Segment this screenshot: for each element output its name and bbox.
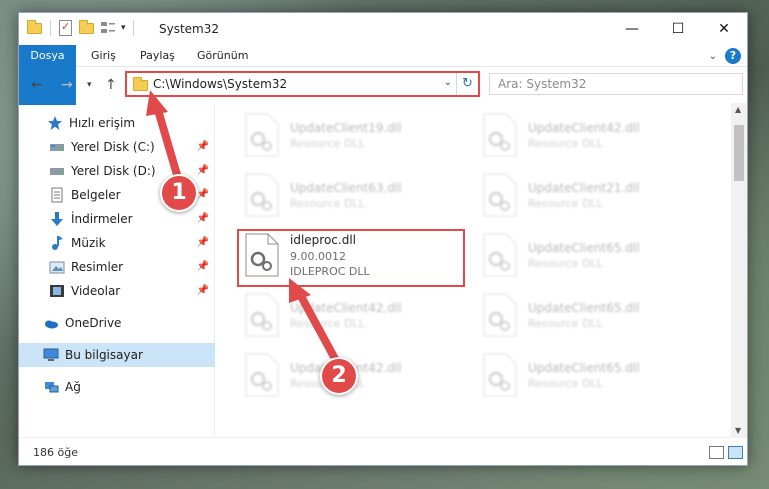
arrow-1 [146, 90, 184, 189]
step-badge-1: 1 [160, 174, 198, 212]
arrow-2 [289, 278, 344, 372]
annotation-arrows [146, 90, 344, 372]
step-badge-2: 2 [320, 357, 358, 395]
